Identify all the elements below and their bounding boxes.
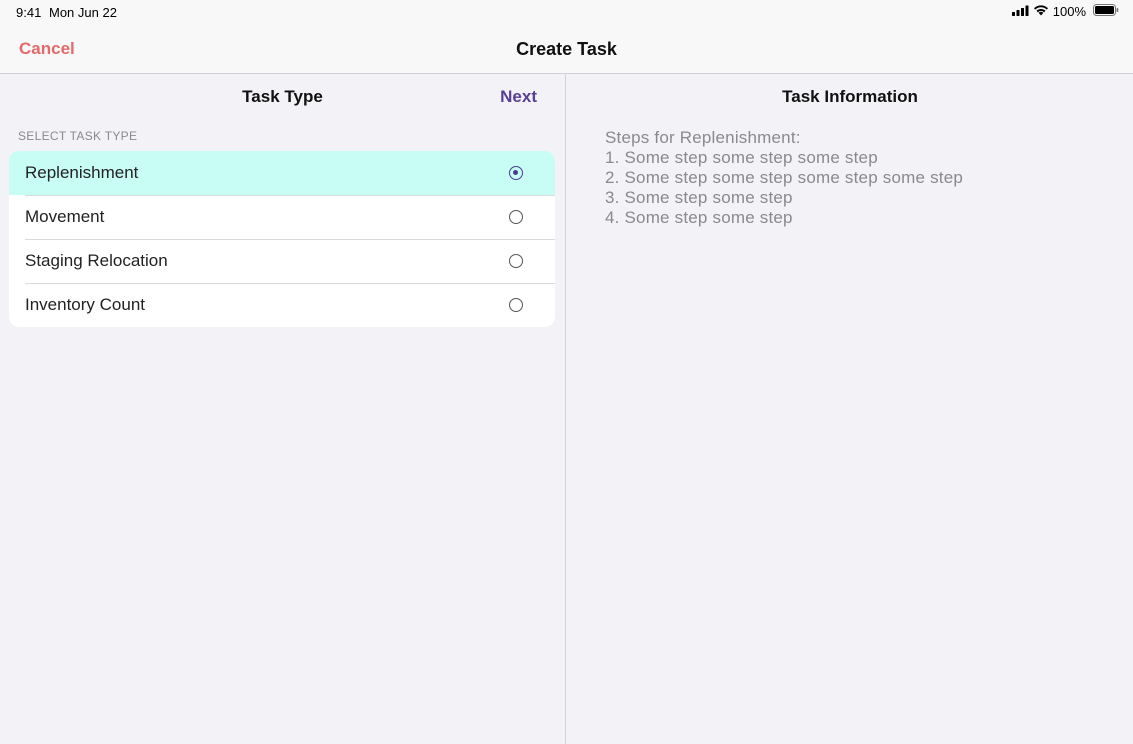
step-item: 3. Some step some step — [605, 188, 793, 207]
navigation-bar: Cancel Create Task — [0, 23, 1133, 74]
task-type-option-staging-relocation[interactable]: Staging Relocation — [9, 239, 555, 283]
task-type-header: Task Type Next — [0, 87, 565, 111]
option-label: Movement — [25, 207, 105, 226]
battery-percentage: 100% — [1052, 4, 1086, 19]
option-label: Inventory Count — [25, 295, 146, 314]
task-type-option-replenishment[interactable]: Replenishment — [9, 151, 555, 195]
radio-unselected-icon[interactable] — [509, 298, 523, 312]
task-type-title: Task Type — [242, 87, 323, 106]
section-label: SELECT TASK TYPE — [18, 129, 138, 143]
status-indicators: 100% — [1011, 4, 1119, 19]
task-steps: Steps for Replenishment: 1. Some step so… — [605, 128, 963, 228]
task-type-pane: Task Type Next SELECT TASK TYPE Replenis… — [0, 74, 566, 744]
radio-selected-icon[interactable] — [509, 166, 523, 180]
task-type-option-inventory-count[interactable]: Inventory Count — [9, 283, 555, 327]
task-type-list: Replenishment Movement Staging Relocatio… — [9, 151, 555, 327]
wifi-icon — [1033, 4, 1049, 19]
page-title: Create Task — [516, 39, 617, 59]
cellular-signal-icon — [1011, 4, 1029, 19]
radio-unselected-icon[interactable] — [509, 254, 523, 268]
status-time: 9:41 — [16, 5, 42, 20]
status-bar: 9:41 Mon Jun 22 100% — [0, 0, 1133, 23]
radio-unselected-icon[interactable] — [509, 210, 523, 224]
next-button[interactable]: Next — [500, 87, 537, 107]
option-label: Replenishment — [25, 163, 139, 182]
status-date: Mon Jun 22 — [49, 5, 117, 20]
task-information-pane: Task Information Steps for Replenishment… — [567, 74, 1133, 744]
steps-heading: Steps for Replenishment: — [605, 128, 801, 147]
step-item: 4. Some step some step — [605, 208, 793, 227]
task-information-title: Task Information — [782, 87, 918, 106]
step-item: 1. Some step some step some step — [605, 148, 878, 167]
battery-icon — [1093, 4, 1119, 19]
task-type-option-movement[interactable]: Movement — [9, 195, 555, 239]
step-item: 2. Some step some step some step some st… — [605, 168, 964, 187]
option-label: Staging Relocation — [25, 251, 168, 270]
